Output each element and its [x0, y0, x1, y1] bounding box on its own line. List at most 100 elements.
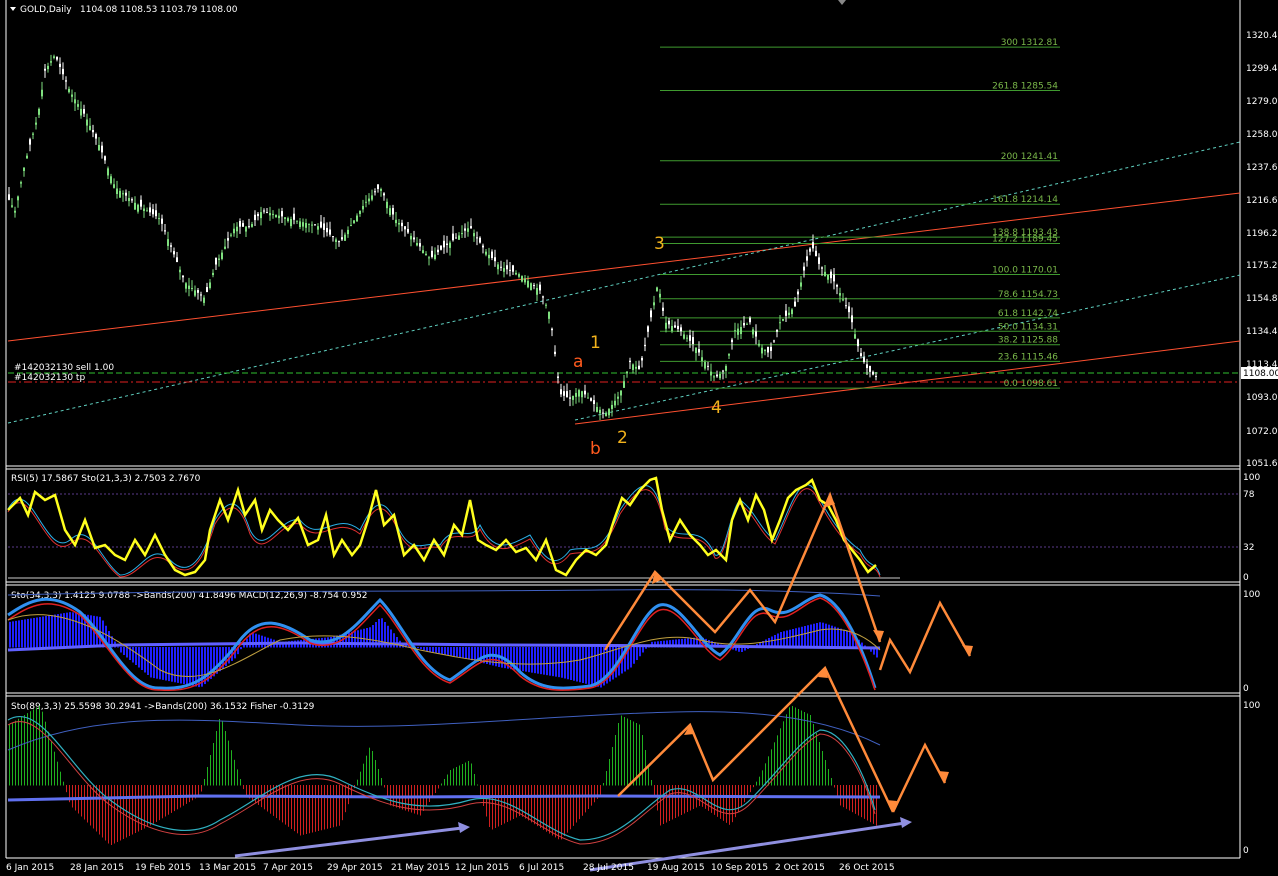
candle-body — [491, 251, 493, 259]
candle-body — [713, 376, 715, 378]
macd-bar — [141, 647, 143, 670]
candle-body — [155, 210, 157, 217]
candle-body — [680, 327, 682, 332]
candle-body — [284, 217, 286, 219]
fisher-bar — [774, 742, 775, 786]
fisher-bar — [330, 785, 331, 828]
macd-bar — [828, 624, 830, 648]
macd-bar — [798, 627, 800, 648]
candle-body — [368, 198, 370, 202]
candle-body — [413, 237, 415, 240]
price-tick: 1051.60 — [1246, 459, 1278, 469]
candle-body — [254, 214, 256, 221]
fisher-bar — [783, 721, 784, 786]
candle-body — [608, 409, 610, 416]
wave-label-3: 3 — [654, 234, 665, 254]
candle-body — [32, 133, 34, 135]
candle-body — [317, 226, 319, 230]
macd-bar — [783, 631, 785, 648]
fisher-bar — [744, 785, 745, 803]
candle-body — [374, 191, 376, 193]
fisher-header: Sto(89,3,3) 25.5598 30.2941 ->Bands(200)… — [11, 702, 315, 712]
candle-body — [98, 144, 100, 151]
candle-body — [488, 254, 490, 259]
candle-body — [644, 344, 646, 347]
candle-body — [509, 269, 511, 271]
fisher-bar — [615, 735, 616, 786]
fisher-bar — [450, 770, 451, 786]
macd-bar — [69, 612, 71, 648]
candle-body — [419, 243, 421, 247]
macd-bar — [174, 647, 176, 683]
fisher-bar — [252, 785, 253, 801]
fisher-bar — [345, 785, 346, 813]
candle-body — [134, 202, 136, 210]
fisher-bar — [36, 707, 37, 786]
fisher-bar — [672, 785, 673, 820]
ohlc-readout: 1104.08 1108.53 1103.79 1108.00 — [80, 5, 238, 15]
macd-bar — [30, 618, 32, 648]
candle-body — [422, 250, 424, 254]
fisher-bar — [114, 785, 115, 844]
fisher-bar — [429, 785, 430, 802]
candle-body — [794, 301, 796, 307]
fisher-bar — [876, 785, 877, 826]
macd-bar — [450, 647, 452, 656]
fisher-bar — [342, 785, 343, 821]
candle-body — [20, 182, 22, 184]
fisher-bar — [468, 761, 469, 786]
candle-body — [164, 230, 166, 232]
candle-body — [581, 391, 583, 398]
candle-body — [557, 376, 559, 378]
candle-body — [137, 204, 139, 212]
candle-body — [275, 214, 277, 218]
candle-body — [518, 274, 520, 277]
candle-body — [143, 208, 145, 212]
fisher-bar — [111, 785, 112, 845]
fisher-bar — [144, 785, 145, 829]
candle-body — [860, 353, 862, 357]
candle-body — [875, 375, 877, 377]
candle-body — [536, 288, 538, 295]
macd-bar — [42, 616, 44, 648]
fisher-bar — [132, 785, 133, 835]
fisher-bar — [447, 774, 448, 786]
macd-bar — [132, 647, 134, 663]
candle-body — [593, 400, 595, 404]
macd-bar — [441, 647, 443, 655]
fisher-bar — [675, 785, 676, 818]
candle-body — [107, 168, 109, 176]
fisher-bar — [831, 778, 832, 786]
fisher-bar — [612, 747, 613, 786]
macd-bar — [36, 617, 38, 648]
fisher-bar — [723, 785, 724, 821]
fisher-bar — [573, 785, 574, 826]
macd-bar — [840, 628, 842, 648]
candle-body — [338, 241, 340, 243]
candle-body — [545, 304, 547, 306]
candle-body — [44, 68, 46, 71]
candle-body — [326, 228, 328, 233]
current-price-text: 1108.00 — [1243, 369, 1278, 379]
fisher-bar — [492, 785, 493, 830]
macd-bar — [72, 612, 74, 648]
macd-bar — [579, 647, 581, 683]
macd-bar — [123, 647, 125, 655]
macd-bar — [642, 647, 644, 653]
candle-body — [515, 272, 517, 275]
candle-body — [41, 89, 43, 97]
fisher-bar — [828, 769, 829, 786]
fisher-bar — [453, 768, 454, 786]
fisher-bar — [606, 771, 607, 786]
candle-body — [308, 223, 310, 225]
candle-body — [116, 188, 118, 195]
fisher-bar — [297, 785, 298, 834]
candle-body — [461, 233, 463, 235]
candle-body — [746, 323, 748, 325]
chart-window[interactable]: GOLD,Daily 1104.08 1108.53 1103.79 1108.… — [0, 0, 1278, 876]
candle-body — [449, 242, 451, 248]
macd-bar — [567, 647, 569, 680]
fisher-bar — [213, 743, 214, 786]
candle-body — [386, 201, 388, 209]
candle-body — [191, 288, 193, 290]
